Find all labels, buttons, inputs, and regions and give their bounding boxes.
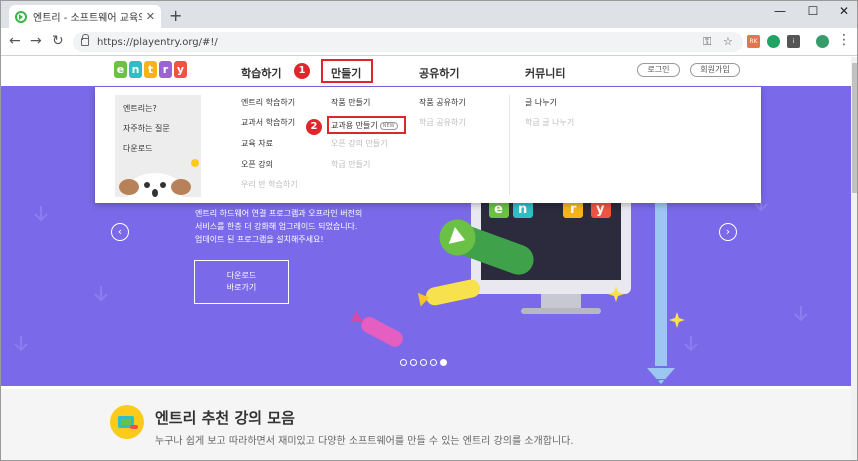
menu-learn[interactable]: 학습하기 <box>241 65 281 81</box>
about-entry-link[interactable]: 엔트리는? <box>123 103 157 114</box>
download-button-line2: 바로가기 <box>226 283 257 292</box>
key-icon[interactable]: ⚿ <box>703 35 711 49</box>
menu-community[interactable]: 커뮤니티 <box>525 65 565 81</box>
minimize-button[interactable]: — <box>765 4 795 18</box>
logo-letter: t <box>144 61 157 78</box>
page-content: e n r y ‹ › 엔트리 하드웨어 연결 프로그램과 오프라인 버전의 서… <box>1 57 857 460</box>
step-badge-2: 2 <box>306 119 322 135</box>
learn-open-course-link[interactable]: 오픈 강의 <box>241 159 273 170</box>
download-link[interactable]: 다운로드 <box>123 143 152 154</box>
entry-logo[interactable]: e n t r y <box>114 61 187 78</box>
profile-avatar[interactable] <box>816 35 829 48</box>
close-window-button[interactable]: ✕ <box>829 4 857 18</box>
login-button[interactable]: 로그인 <box>637 63 680 77</box>
tab-strip: 엔트리 - 소프트웨어 교육의 첫 ✕ + — ☐ ✕ <box>1 1 857 28</box>
new-tag: NEW <box>379 121 398 130</box>
next-slide-button[interactable]: › <box>719 223 737 241</box>
section-title: 엔트리 추천 강의 모음 <box>155 409 295 427</box>
signup-button[interactable]: 회원가입 <box>690 63 740 77</box>
slide-dot-active[interactable] <box>440 359 447 366</box>
address-bar[interactable]: https://playentry.org/#!/ ⚿ ☆ <box>73 32 743 52</box>
scrollbar-thumb[interactable] <box>852 63 857 193</box>
svg-text:r: r <box>570 202 577 217</box>
entry-favicon-icon <box>15 10 27 23</box>
share-class-link[interactable]: 학급 공유하기 <box>419 117 466 128</box>
slide-indicators <box>400 359 447 366</box>
slide-dot[interactable] <box>400 359 407 366</box>
make-project-link[interactable]: 작품 만들기 <box>331 97 370 108</box>
section-description: 누구나 쉽게 보고 따라하면서 재미있고 다양한 소프트웨어를 만들 수 있는 … <box>155 436 574 447</box>
menu-kebab-icon[interactable]: ⋮ <box>837 32 851 48</box>
make-textbook-label: 교과용 만들기 <box>331 121 378 130</box>
lock-icon <box>81 34 89 46</box>
share-project-link[interactable]: 작품 공유하기 <box>419 97 466 108</box>
hero-wave-divider <box>1 379 851 386</box>
hero-description: 엔트리 하드웨어 연결 프로그램과 오프라인 버전의 서비스를 한층 더 강화해… <box>195 207 362 246</box>
logo-letter: r <box>159 61 172 78</box>
browser-window: 엔트리 - 소프트웨어 교육의 첫 ✕ + — ☐ ✕ ← → ↻ https:… <box>0 0 858 461</box>
extension-2-icon[interactable] <box>767 35 780 48</box>
download-button[interactable]: 다운로드 바로가기 <box>194 260 289 304</box>
svg-text:e: e <box>494 202 503 217</box>
download-button-line1: 다운로드 <box>226 271 257 280</box>
slide-dot[interactable] <box>430 359 437 366</box>
make-class-link[interactable]: 학급 만들기 <box>331 159 370 170</box>
browser-toolbar: ← → ↻ https://playentry.org/#!/ ⚿ ☆ RK i… <box>1 28 857 56</box>
column-divider <box>509 95 510 195</box>
hero-line: 업데이트 된 프로그램을 설치해주세요! <box>195 235 324 244</box>
menu-make[interactable]: 만들기 <box>331 65 361 81</box>
course-figure-icon <box>118 416 138 429</box>
slide-dot[interactable] <box>410 359 417 366</box>
svg-text:n: n <box>518 202 527 217</box>
hero-line: 엔트리 하드웨어 연결 프로그램과 오프라인 버전의 <box>195 209 363 218</box>
extension-3-icon[interactable]: i <box>787 35 800 48</box>
logo-letter: n <box>129 61 142 78</box>
faq-link[interactable]: 자주하는 질문 <box>123 123 170 134</box>
community-post-link[interactable]: 글 나누기 <box>525 97 557 108</box>
learn-class-link[interactable]: 우리 반 학습하기 <box>241 179 298 190</box>
mega-menu-dropdown: 엔트리는? 자주하는 질문 다운로드 엔트리 학습하기 교과서 학습하기 2 교… <box>95 87 761 203</box>
prev-slide-button[interactable]: ‹ <box>111 223 129 241</box>
make-open-course-link[interactable]: 오픈 강의 만들기 <box>331 138 388 149</box>
hero-line: 서비스를 한층 더 강화해 업그레이드 되었습니다. <box>195 222 358 231</box>
step-badge-1: 1 <box>294 63 310 79</box>
url-text: https://playentry.org/#!/ <box>97 36 218 48</box>
forward-arrow-icon[interactable]: → <box>30 33 42 49</box>
make-textbook-link[interactable]: 교과용 만들기 NEW <box>331 120 398 131</box>
site-header: e n t r y 학습하기 1 만들기 공유하기 커뮤니티 로그인 회원가입 <box>1 57 857 86</box>
tab-close-icon[interactable]: ✕ <box>146 10 155 23</box>
about-panel: 엔트리는? 자주하는 질문 다운로드 <box>115 95 201 197</box>
learn-textbook-link[interactable]: 교과서 학습하기 <box>241 117 295 128</box>
logo-letter: e <box>114 61 127 78</box>
learn-materials-link[interactable]: 교육 자료 <box>241 138 273 149</box>
bookmark-star-icon[interactable]: ☆ <box>723 35 733 48</box>
learn-entry-link[interactable]: 엔트리 학습하기 <box>241 97 295 108</box>
svg-text:y: y <box>596 202 605 217</box>
back-arrow-icon[interactable]: ← <box>9 33 21 49</box>
new-tab-button[interactable]: + <box>169 6 182 25</box>
browser-tab[interactable]: 엔트리 - 소프트웨어 교육의 첫 ✕ <box>9 5 161 28</box>
recommended-courses-section: 엔트리 추천 강의 모음 누구나 쉽게 보고 따라하면서 재미있고 다양한 소프… <box>1 389 851 460</box>
mascot-illustration <box>119 159 199 197</box>
maximize-button[interactable]: ☐ <box>798 4 828 18</box>
reload-icon[interactable]: ↻ <box>52 33 64 49</box>
slide-dot[interactable] <box>420 359 427 366</box>
community-class-post-link[interactable]: 학급 글 나누기 <box>525 117 574 128</box>
tab-title: 엔트리 - 소프트웨어 교육의 첫 <box>33 13 142 24</box>
course-section-icon <box>110 405 144 439</box>
logo-letter: y <box>174 61 187 78</box>
menu-share[interactable]: 공유하기 <box>419 65 459 81</box>
extension-1-icon[interactable]: RK <box>747 35 760 48</box>
